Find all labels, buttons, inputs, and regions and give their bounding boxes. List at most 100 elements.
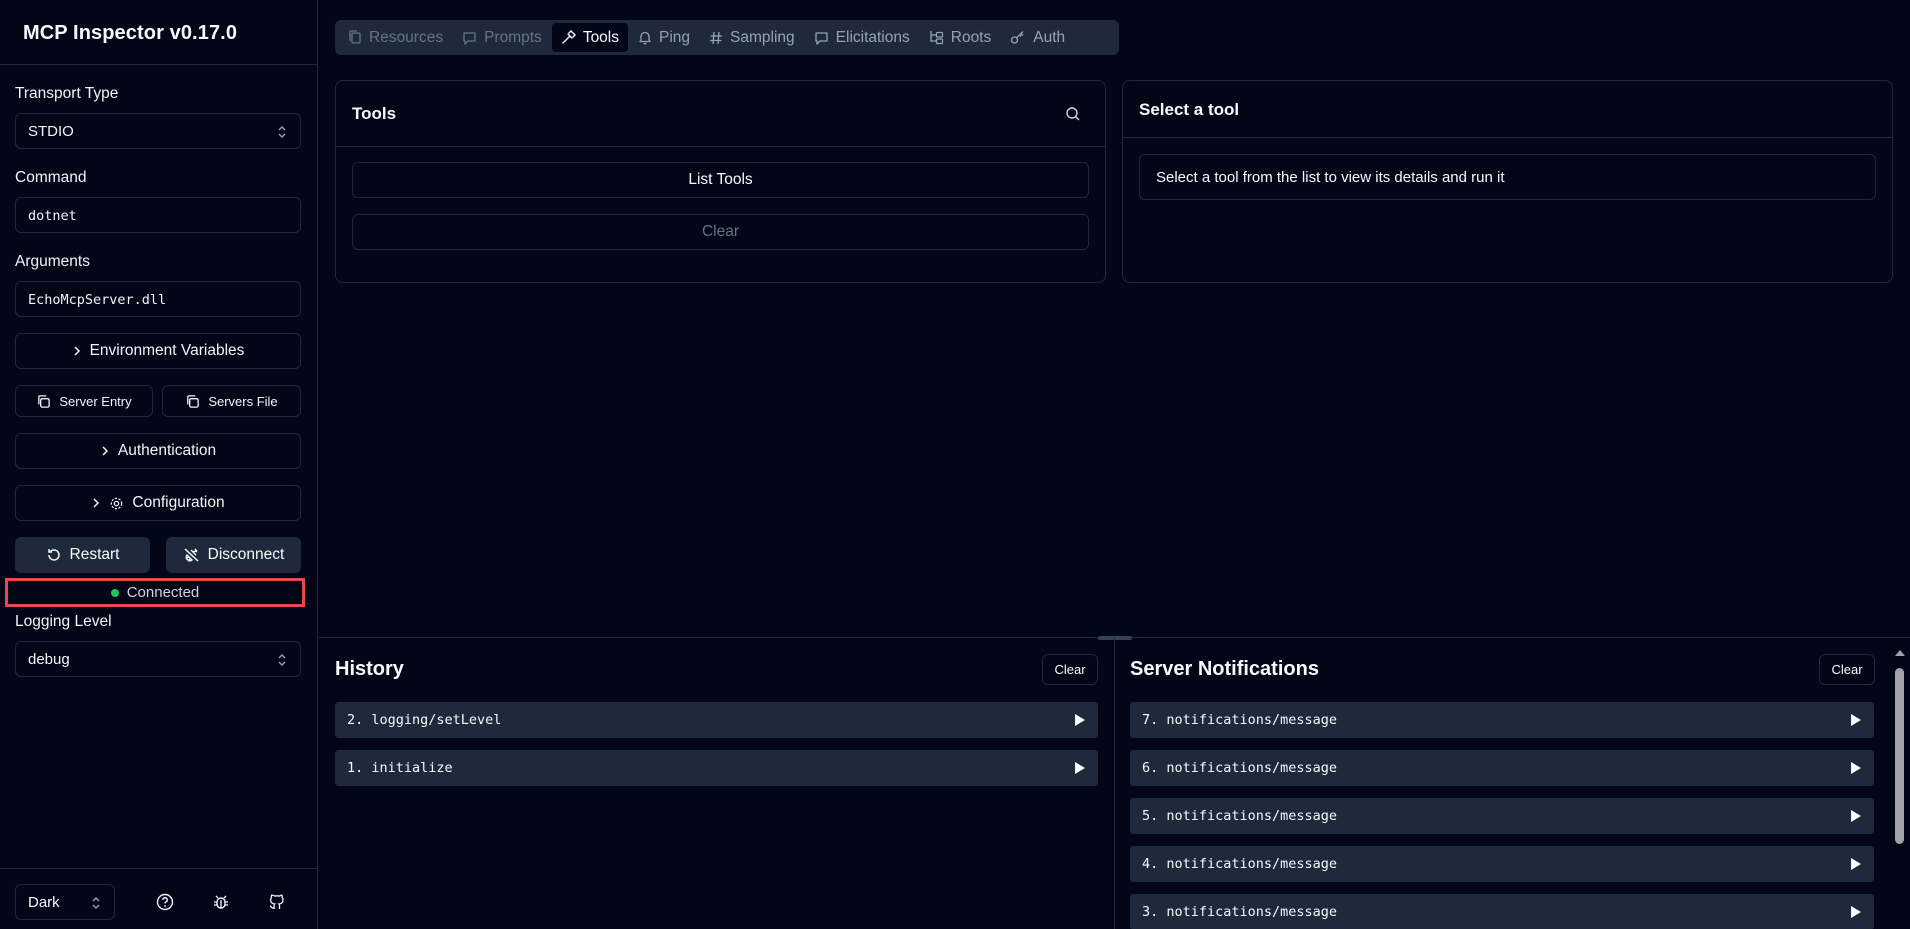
clear-history-button[interactable]: Clear [1042,654,1098,685]
tab-label: Roots [950,28,992,46]
play-icon[interactable] [1850,857,1862,871]
servers-file-label: Servers File [208,393,278,409]
sidebar-header: MCP Inspector v0.17.0 [0,0,317,65]
arguments-label: Arguments [15,253,90,270]
history-item[interactable]: 1. initialize [335,750,1098,786]
list-tools-label: List Tools [688,171,753,188]
chevron-up-down-icon [278,126,286,138]
key-icon [1011,31,1024,44]
logging-level-select[interactable]: debug [15,641,301,677]
transport-type-label: Transport Type [15,85,119,102]
arguments-value: EchoMcpServer.dll [28,292,167,308]
bug-icon[interactable] [212,893,230,911]
scroll-up-arrow-icon[interactable] [1894,648,1906,658]
tab-resources[interactable]: Resources [339,23,452,52]
history-item-label: 2. logging/setLevel [347,712,502,728]
folder-tree-icon [930,31,943,45]
tool-detail-title: Select a tool [1139,100,1240,119]
configuration-label: Configuration [132,494,225,511]
tools-panel-title: Tools [352,104,397,123]
search-icon[interactable] [1065,106,1081,122]
tab-label: Ping [659,28,691,46]
command-label: Command [15,169,87,186]
chevron-up-down-icon [278,654,286,666]
message-icon [815,31,828,45]
history-title: History [335,658,404,680]
notification-item[interactable]: 4. notifications/message [1130,846,1874,882]
clear-notifications-label: Clear [1831,662,1863,677]
restart-button[interactable]: Restart [15,537,150,573]
rotate-ccw-icon [47,549,60,561]
notifications-title: Server Notifications [1130,658,1319,680]
panel-divider [1123,137,1892,138]
environment-variables-label: Environment Variables [89,342,245,359]
tab-tools[interactable]: Tools [551,23,628,52]
tools-panel: Tools List Tools Clear [335,80,1106,283]
unplug-icon [184,548,199,562]
clear-tools-label: Clear [701,223,740,240]
logging-level-value: debug [28,651,70,668]
tab-label: Auth [1033,28,1066,46]
tool-detail-panel: Select a tool Select a tool from the lis… [1122,80,1893,283]
hash-icon [710,31,723,44]
tool-detail-alert: Select a tool from the list to view its … [1139,154,1876,200]
logging-level-label: Logging Level [15,613,112,630]
command-input[interactable]: dotnet [15,197,301,233]
play-icon[interactable] [1850,761,1862,775]
clear-tools-button[interactable]: Clear [352,214,1089,250]
play-icon[interactable] [1074,713,1086,727]
files-icon [349,30,361,44]
message-icon [463,31,476,45]
notification-item[interactable]: 6. notifications/message [1130,750,1874,786]
play-icon[interactable] [1850,809,1862,823]
restart-label: Restart [69,546,120,563]
notification-item-label: 5. notifications/message [1142,808,1338,824]
app-title: MCP Inspector v0.17.0 [23,22,238,44]
history-item[interactable]: 2. logging/setLevel [335,702,1098,738]
tab-ping[interactable]: Ping [629,23,699,52]
scrollbar-thumb[interactable] [1895,668,1904,844]
notification-item-label: 6. notifications/message [1142,760,1338,776]
disconnect-button[interactable]: Disconnect [166,537,301,573]
resize-handle[interactable] [1098,636,1132,640]
tab-elicitations[interactable]: Elicitations [805,23,919,52]
chevron-right-icon [102,446,108,456]
gear-icon [111,497,123,509]
transport-type-select[interactable]: STDIO [15,113,301,149]
copy-icon [38,394,51,408]
sidebar: MCP Inspector v0.17.0 Transport Type STD… [0,0,318,929]
arguments-input[interactable]: EchoMcpServer.dll [15,281,301,317]
tab-label: Resources [369,28,444,46]
history-item-label: 1. initialize [347,760,453,776]
tab-bar: Resources Prompts Tools Ping Sampling El… [335,20,1119,55]
notification-item[interactable]: 7. notifications/message [1130,702,1874,738]
environment-variables-button[interactable]: Environment Variables [15,333,301,369]
tab-roots[interactable]: Roots [920,23,1001,52]
notification-item-label: 4. notifications/message [1142,856,1338,872]
authentication-button[interactable]: Authentication [15,433,301,469]
connection-status: Connected [5,578,305,607]
play-icon[interactable] [1074,761,1086,775]
tab-sampling[interactable]: Sampling [700,23,804,52]
notification-item[interactable]: 3. notifications/message [1130,894,1874,929]
command-value: dotnet [28,208,77,224]
authentication-label: Authentication [117,442,217,459]
theme-select[interactable]: Dark [15,884,115,920]
configuration-button[interactable]: Configuration [15,485,301,521]
github-icon[interactable] [268,893,286,911]
tab-auth[interactable]: Auth [1001,23,1074,52]
notification-item[interactable]: 5. notifications/message [1130,798,1874,834]
chevron-up-down-icon [92,897,100,909]
tab-prompts[interactable]: Prompts [453,23,551,52]
clear-history-label: Clear [1054,662,1086,677]
list-tools-button[interactable]: List Tools [352,162,1089,198]
servers-file-button[interactable]: Servers File [162,385,301,417]
play-icon[interactable] [1850,713,1862,727]
play-icon[interactable] [1850,905,1862,919]
bell-icon [639,31,651,45]
transport-type-value: STDIO [28,123,74,140]
hammer-icon [562,30,576,44]
server-entry-button[interactable]: Server Entry [15,385,153,417]
help-circle-icon[interactable] [156,893,174,911]
clear-notifications-button[interactable]: Clear [1819,654,1875,685]
